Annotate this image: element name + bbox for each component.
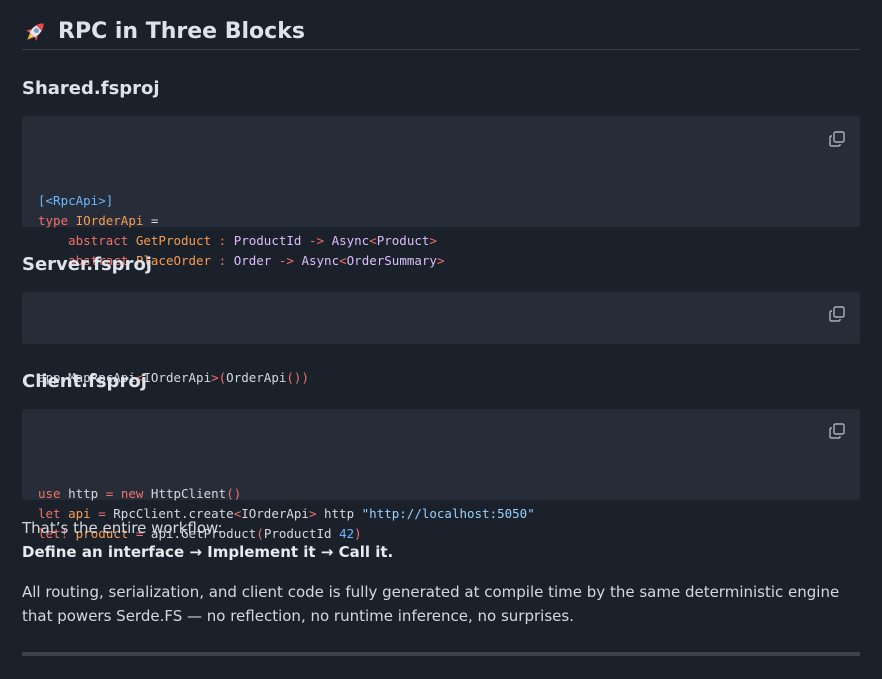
code-line: use http = new HttpClient() — [38, 484, 844, 504]
code-block-shared: [<RpcApi>] type IOrderApi = abstract GetP… — [22, 116, 860, 268]
code-token: new — [120, 486, 151, 501]
code-token: < — [339, 253, 347, 268]
code-token: Async — [301, 253, 340, 268]
page-title: RPC in Three Blocks — [22, 0, 860, 50]
code-token: Async — [331, 233, 370, 248]
code-token: -> — [308, 233, 325, 248]
summary-intro: That’s the entire workflow: — [22, 519, 223, 537]
copy-icon[interactable] — [828, 422, 846, 440]
code-line: app.MapRpcApi<IOrderApi>(OrderApi()) — [38, 368, 844, 388]
copy-icon[interactable] — [828, 305, 846, 323]
section-heading-server: Server.fsproj — [22, 254, 152, 275]
code-token: [<RpcApi>] — [38, 193, 114, 208]
code-line: type IOrderApi = — [38, 211, 844, 231]
code-token: > — [436, 253, 445, 268]
code-line: abstract PlaceOrder : Order -> Async<Ord… — [38, 251, 844, 271]
code-token: > — [429, 233, 437, 248]
rocket-icon — [26, 23, 44, 41]
code-token: = — [143, 213, 159, 228]
code-token: Product — [376, 233, 430, 248]
code-token: -> — [278, 253, 294, 268]
code-token: GetProduct — [135, 233, 212, 248]
section-heading-client: Client.fsproj — [22, 371, 147, 392]
code-lines: [<RpcApi>] type IOrderApi = abstract GetP… — [38, 191, 844, 271]
code-token: http — [68, 486, 106, 501]
code-token: () — [226, 486, 242, 501]
code-token: OrderSummary — [346, 253, 437, 268]
code-token: Order — [233, 253, 272, 268]
code-token: () — [286, 370, 302, 385]
code-lines: app.MapRpcApi<IOrderApi>(OrderApi()) — [38, 368, 844, 388]
code-token: abstract — [68, 233, 136, 248]
code-line: [<RpcApi>] — [38, 191, 844, 211]
code-block-client: use http = new HttpClient() let api = Rpc… — [22, 409, 860, 541]
code-token: ) — [301, 370, 309, 385]
summary: That’s the entire workflow: Define an in… — [22, 516, 860, 564]
page-title-text: RPC in Three Blocks — [58, 19, 305, 44]
document-page: RPC in Three Blocks Shared.fsproj [<RpcA… — [0, 0, 882, 656]
closing-paragraph: All routing, serialization, and client c… — [22, 583, 840, 625]
code-token: IOrderApi — [143, 370, 212, 385]
code-line: abstract GetProduct : ProductId -> Async… — [38, 231, 844, 251]
code-block-server: app.MapRpcApi<IOrderApi>(OrderApi()) — [22, 292, 860, 385]
code-token: IOrderApi — [75, 213, 144, 228]
code-token: < — [369, 233, 377, 248]
copy-icon[interactable] — [828, 130, 846, 148]
code-token: use — [38, 486, 69, 501]
code-token: ProductId — [233, 233, 302, 248]
horizontal-rule — [22, 652, 860, 656]
summary-steps: Define an interface → Implement it → Cal… — [22, 543, 394, 561]
code-token: > — [211, 370, 219, 385]
code-token: HttpClient — [150, 486, 227, 501]
code-token: type — [38, 213, 76, 228]
code-token: OrderApi — [226, 370, 287, 385]
section-heading-shared: Shared.fsproj — [22, 78, 160, 99]
